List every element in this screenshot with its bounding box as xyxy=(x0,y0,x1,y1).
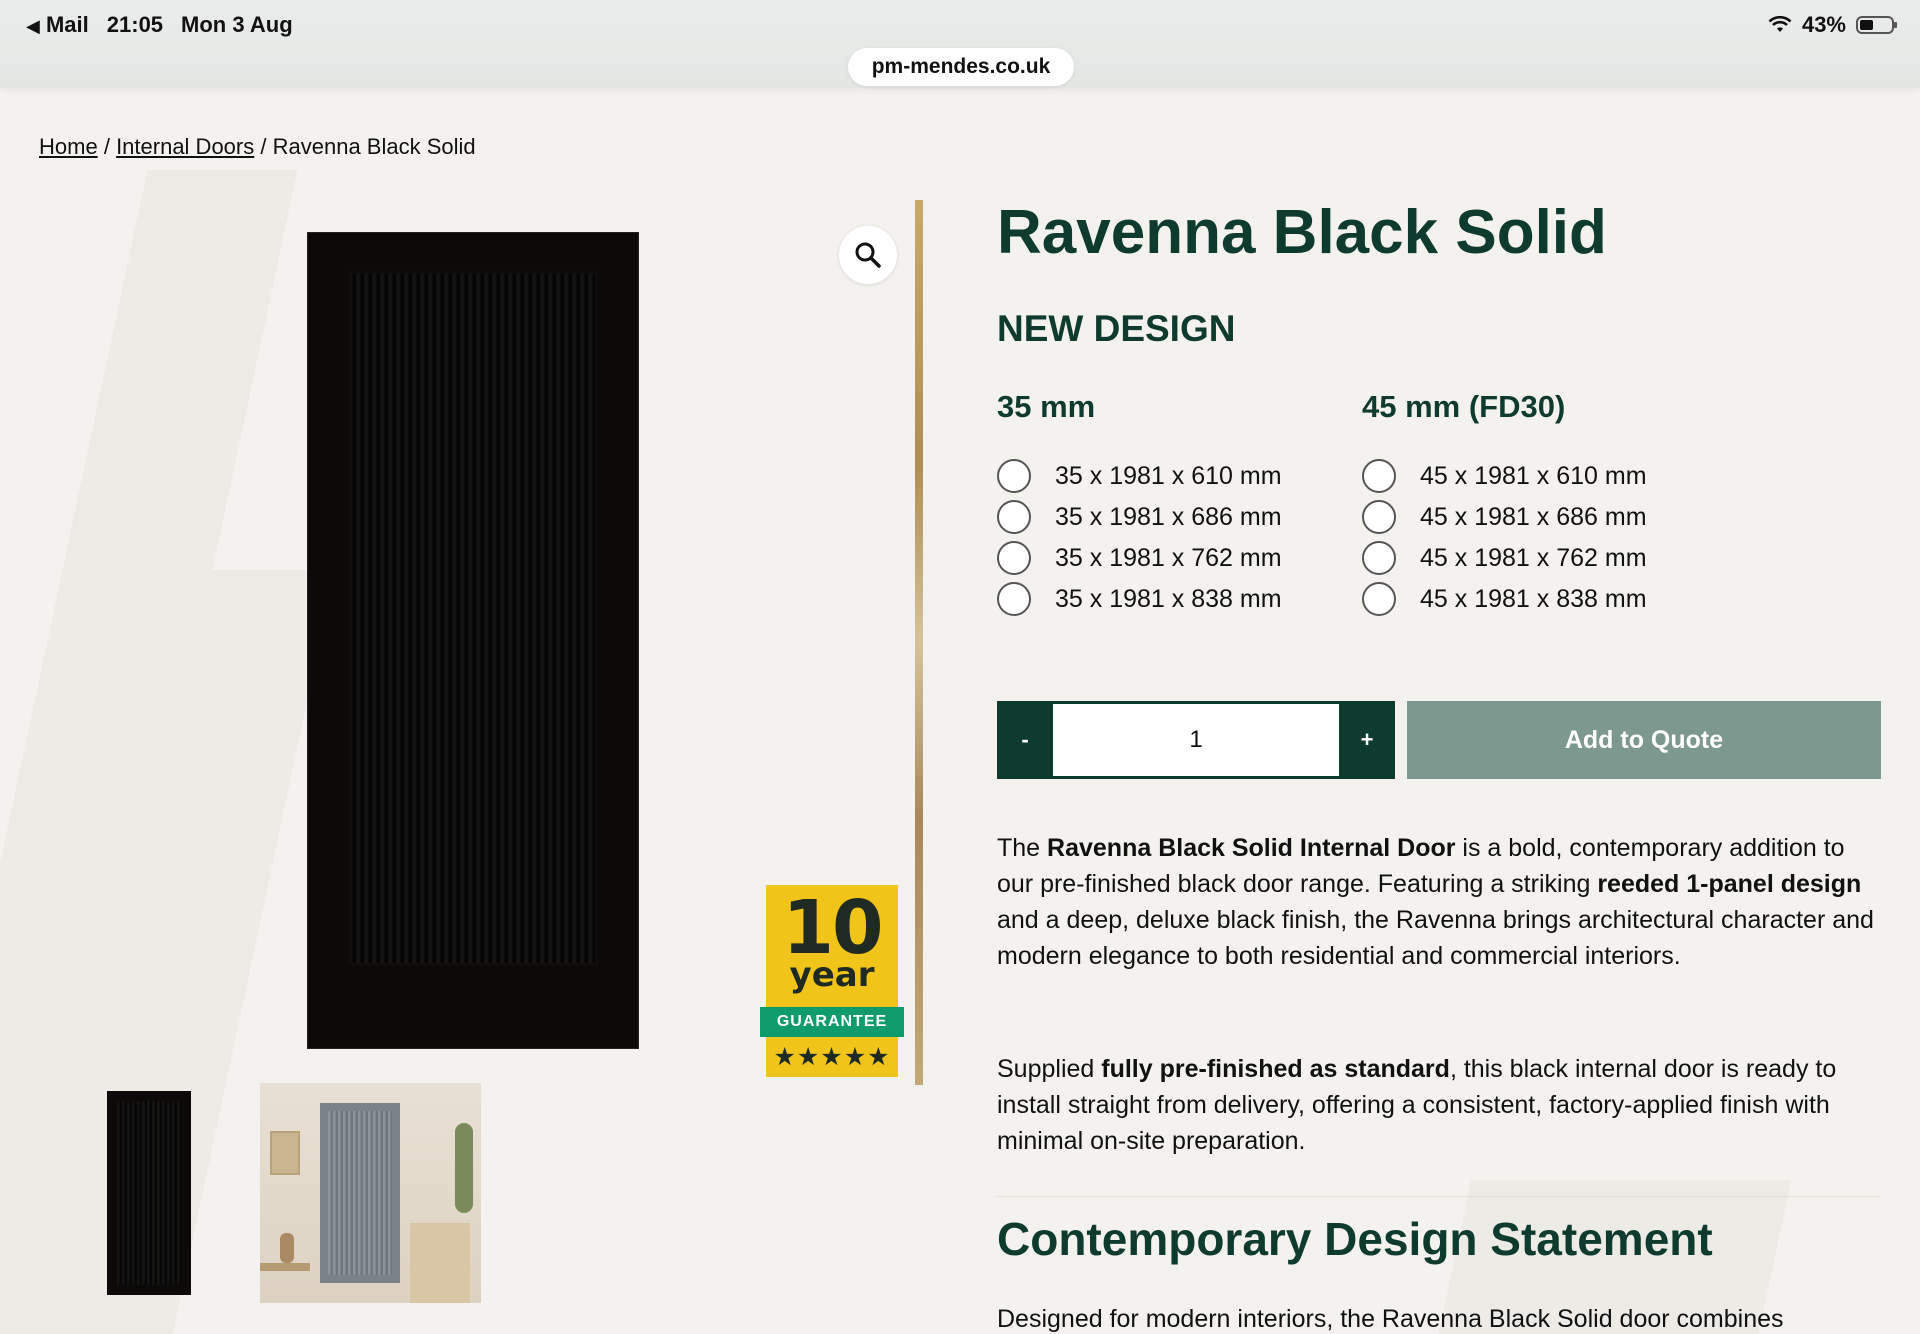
status-date: Mon 3 Aug xyxy=(181,12,293,37)
room-door xyxy=(320,1103,400,1283)
radio-button[interactable] xyxy=(997,541,1031,575)
description-bold: reeded 1-panel design xyxy=(1597,870,1862,898)
radio-button[interactable] xyxy=(1362,459,1396,493)
size-option[interactable]: 45 x 1981 x 762 mm xyxy=(1362,541,1647,575)
guarantee-badge: 10 year GUARANTEE ★★★★★ xyxy=(760,885,904,1077)
size-option-label: 45 x 1981 x 762 mm xyxy=(1420,543,1647,572)
size-option[interactable]: 35 x 1981 x 610 mm xyxy=(997,459,1282,493)
product-subtitle: NEW DESIGN xyxy=(997,308,1236,349)
size-option[interactable]: 45 x 1981 x 686 mm xyxy=(1362,500,1647,534)
radio-button[interactable] xyxy=(1362,541,1396,575)
room-table xyxy=(260,1263,310,1271)
size-option-label: 35 x 1981 x 686 mm xyxy=(1055,502,1282,531)
radio-button[interactable] xyxy=(997,582,1031,616)
wifi-icon xyxy=(1768,16,1792,32)
breadcrumb: Home / Internal Doors / Ravenna Black So… xyxy=(39,134,476,160)
size-option-label: 45 x 1981 x 838 mm xyxy=(1420,584,1647,613)
thumbnail-panel xyxy=(117,1101,181,1285)
breadcrumb-internal-doors-link[interactable]: Internal Doors xyxy=(116,134,254,159)
description-text: The xyxy=(997,834,1048,862)
size-option-label: 45 x 1981 x 610 mm xyxy=(1420,461,1647,490)
breadcrumb-home-link[interactable]: Home xyxy=(39,134,98,159)
size-option-label: 35 x 1981 x 838 mm xyxy=(1055,584,1282,613)
zoom-button[interactable] xyxy=(839,226,897,284)
size-option[interactable]: 35 x 1981 x 762 mm xyxy=(997,541,1282,575)
back-app-label: Mail xyxy=(45,12,89,37)
size-option-label: 45 x 1981 x 686 mm xyxy=(1420,502,1647,531)
radio-button[interactable] xyxy=(997,500,1031,534)
thumbnail-room[interactable] xyxy=(260,1083,481,1303)
radio-button[interactable] xyxy=(1362,582,1396,616)
size-option[interactable]: 45 x 1981 x 838 mm xyxy=(1362,582,1647,616)
description-paragraph: Supplied fully pre-finished as standard,… xyxy=(997,1051,1877,1159)
description-bold: Ravenna Black Solid Internal Door xyxy=(1047,834,1456,862)
back-to-app-button[interactable]: ◀ Mail xyxy=(26,12,89,38)
breadcrumb-separator: / xyxy=(103,134,110,159)
magnifier-icon xyxy=(855,242,881,268)
next-image-peek xyxy=(915,200,923,1085)
size-option[interactable]: 35 x 1981 x 686 mm xyxy=(997,500,1282,534)
product-title: Ravenna Black Solid xyxy=(997,198,1607,267)
back-arrow-icon: ◀ xyxy=(26,16,40,36)
section-heading: Contemporary Design Statement xyxy=(997,1213,1713,1265)
radio-button[interactable] xyxy=(1362,500,1396,534)
quantity-input[interactable]: 1 xyxy=(1053,701,1339,779)
size-option-label: 35 x 1981 x 610 mm xyxy=(1055,461,1282,490)
radio-button[interactable] xyxy=(997,459,1031,493)
description-bold: fully pre-finished as standard xyxy=(1101,1055,1450,1083)
section-divider xyxy=(997,1196,1881,1197)
room-plant xyxy=(455,1123,473,1213)
room-vase xyxy=(280,1233,294,1263)
description-paragraph: The Ravenna Black Solid Internal Door is… xyxy=(997,830,1877,974)
product-page: ◀ Mail 21:05 Mon 3 Aug 43% pm-mendes.co.… xyxy=(0,0,1920,1334)
quantity-decrease-button[interactable]: - xyxy=(997,701,1053,779)
battery-percent: 43% xyxy=(1801,12,1846,37)
reeded-panel xyxy=(348,271,598,966)
battery-icon xyxy=(1856,16,1897,34)
add-to-quote-button[interactable]: Add to Quote xyxy=(1407,701,1881,779)
description-text: Supplied xyxy=(997,1055,1102,1083)
guarantee-number: 10 xyxy=(782,885,884,971)
room-shelf xyxy=(410,1223,470,1303)
breadcrumb-separator: / xyxy=(260,134,267,159)
description-paragraph: Designed for modern interiors, the Raven… xyxy=(997,1305,1784,1333)
guarantee-band: GUARANTEE xyxy=(760,1007,904,1037)
product-main-image[interactable] xyxy=(308,233,638,1048)
star-rating-icon: ★★★★★ xyxy=(773,1043,891,1071)
quantity-increase-button[interactable]: + xyxy=(1339,701,1395,779)
size-option-label: 35 x 1981 x 762 mm xyxy=(1055,543,1282,572)
size-heading-45mm: 45 mm (FD30) xyxy=(1362,389,1566,424)
thumbnail-door[interactable] xyxy=(107,1091,191,1295)
size-heading-35mm: 35 mm xyxy=(997,389,1096,424)
breadcrumb-current: Ravenna Black Solid xyxy=(272,134,476,159)
url-bar[interactable]: pm-mendes.co.uk xyxy=(848,48,1074,86)
description-text: and a deep, deluxe black finish, the Rav… xyxy=(997,906,1874,970)
size-option[interactable]: 35 x 1981 x 838 mm xyxy=(997,582,1282,616)
status-time: 21:05 xyxy=(106,12,164,37)
status-bar: ◀ Mail 21:05 Mon 3 Aug 43% pm-mendes.co.… xyxy=(0,0,1920,88)
wall-frame xyxy=(270,1131,300,1175)
size-option[interactable]: 45 x 1981 x 610 mm xyxy=(1362,459,1647,493)
